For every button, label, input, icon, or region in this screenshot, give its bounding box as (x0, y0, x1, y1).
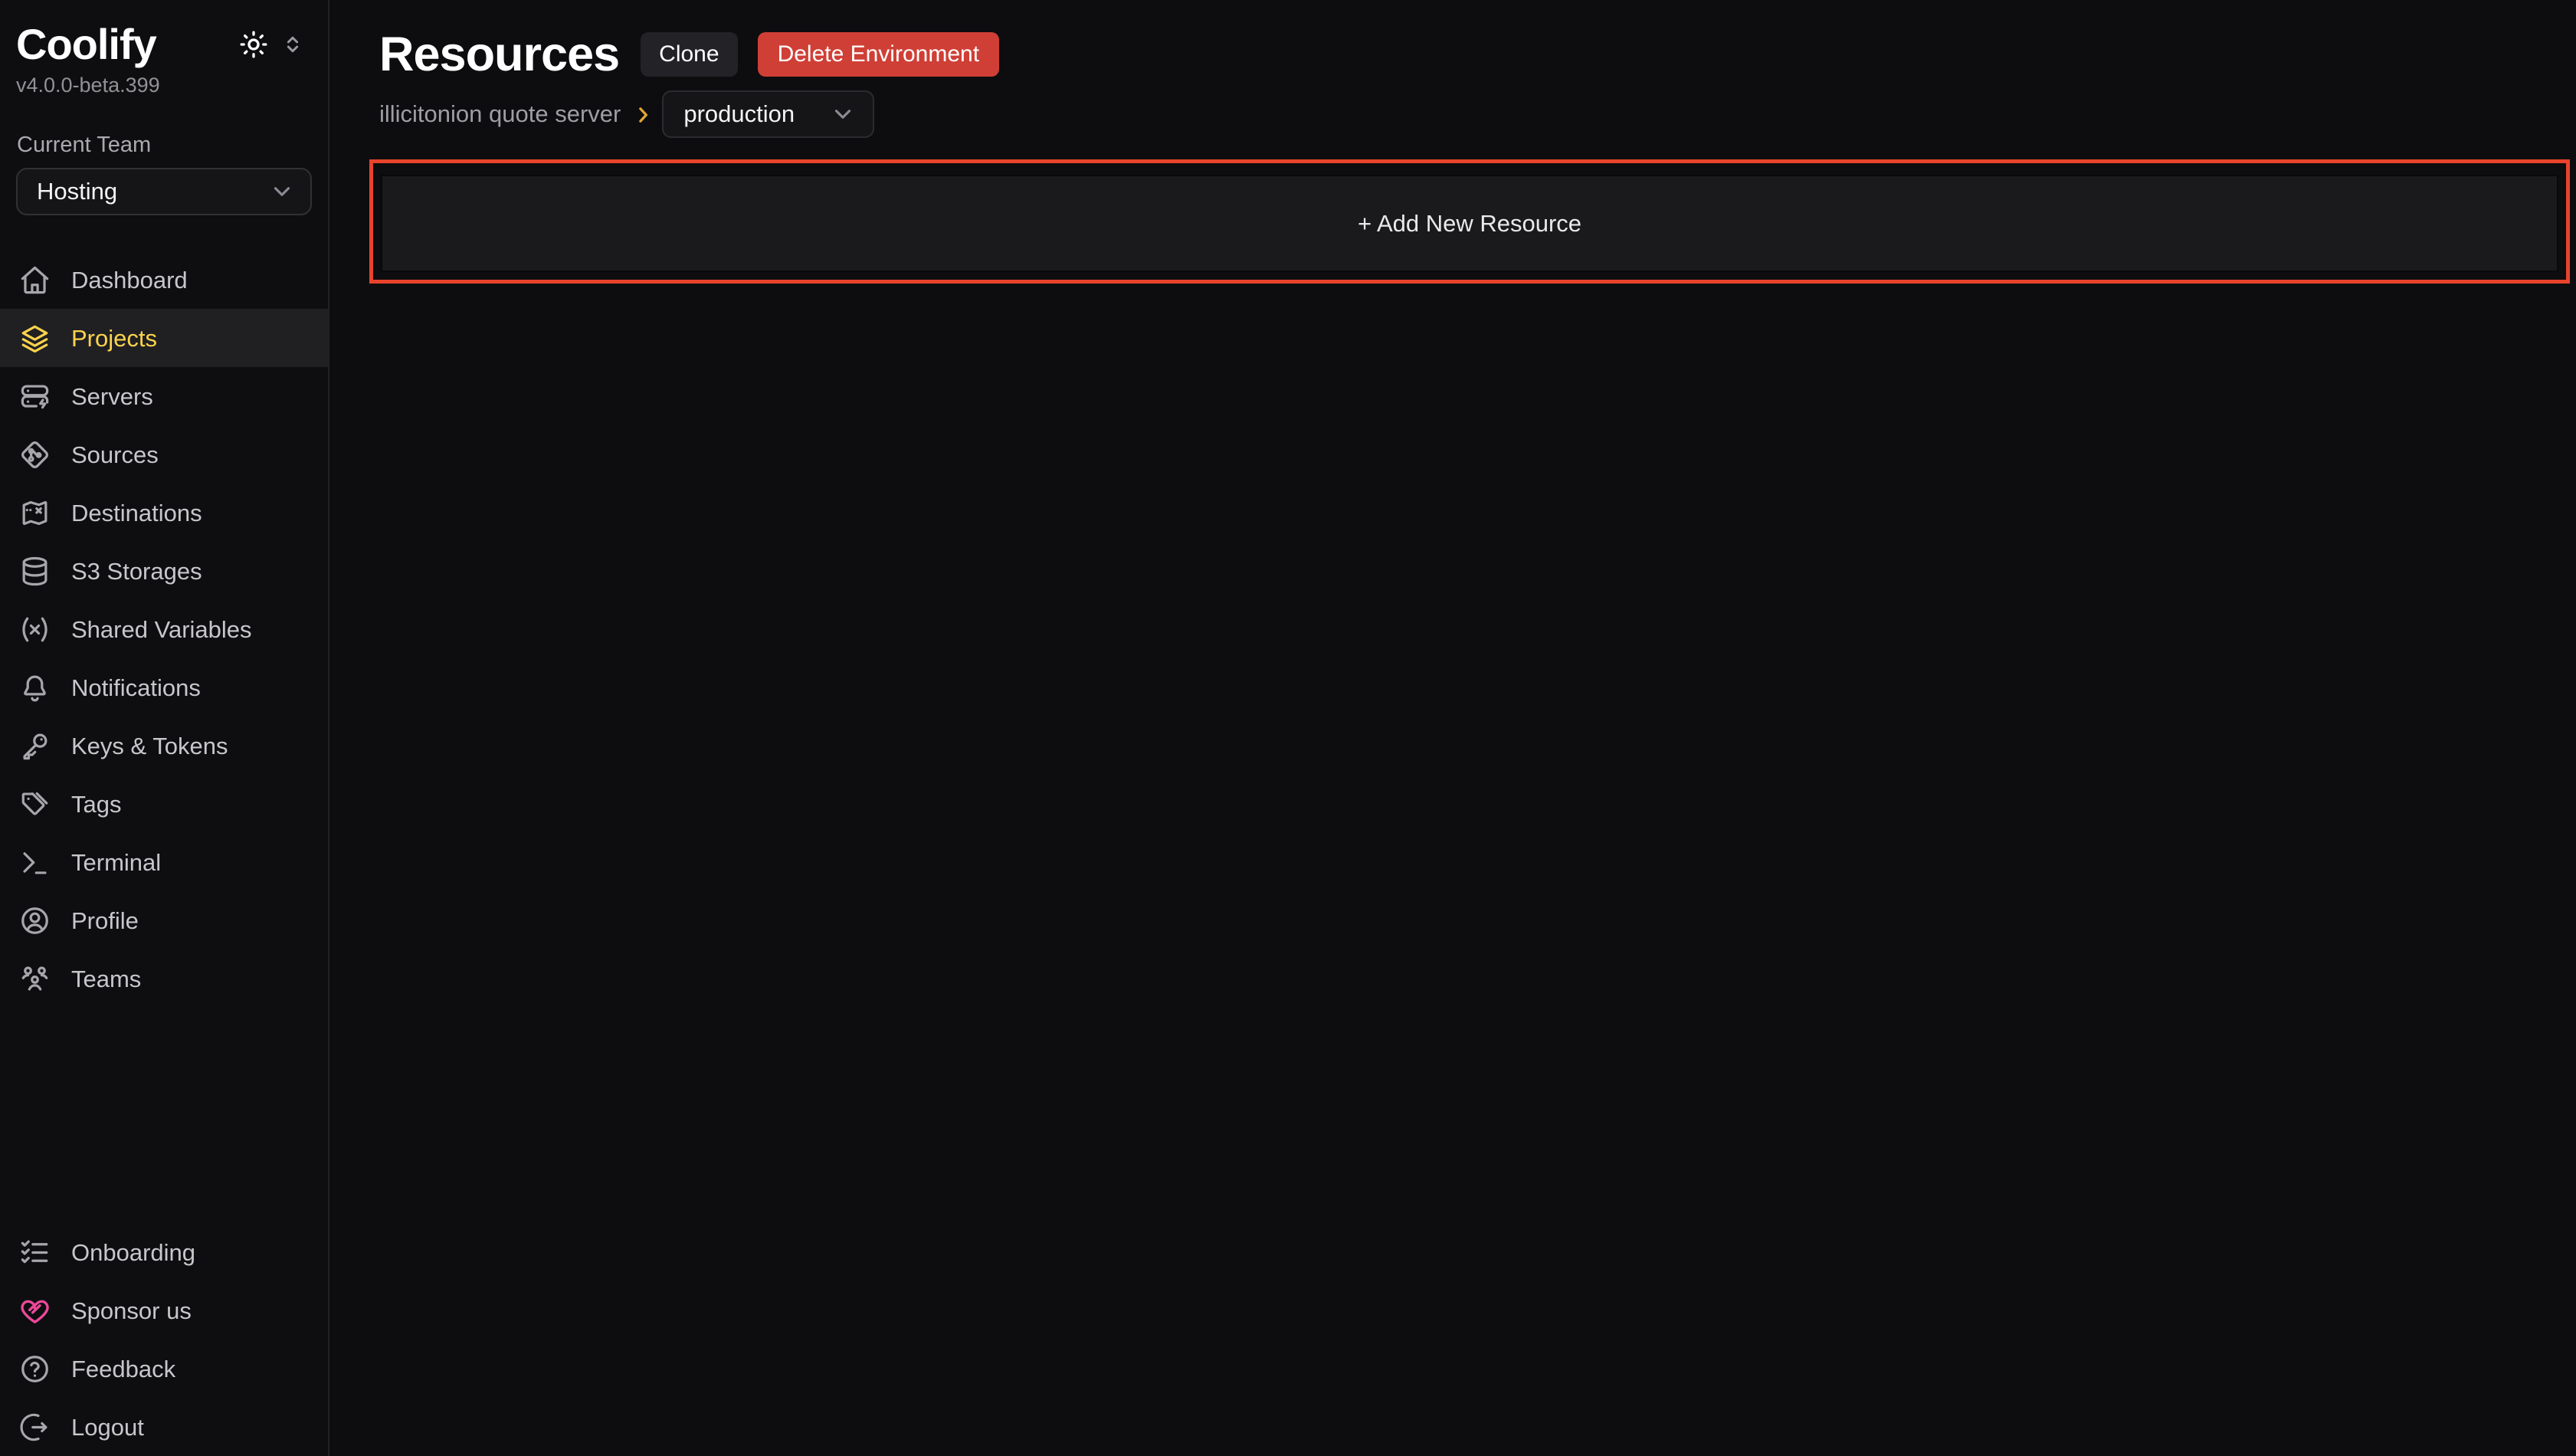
app-logo: Coolify (16, 20, 156, 69)
bell-icon (18, 671, 51, 704)
sidebar-item-sponsor-us[interactable]: Sponsor us (0, 1281, 328, 1340)
breadcrumb-project-link[interactable]: illicitonion quote server (379, 100, 621, 128)
home-icon (18, 264, 51, 297)
chevron-down-icon (830, 101, 856, 127)
sidebar-item-profile[interactable]: Profile (0, 891, 328, 949)
sidebar-item-projects[interactable]: Projects (0, 309, 328, 367)
users-group-icon (18, 962, 51, 995)
sidebar-footer-nav: Onboarding Sponsor us Feedback Logout (0, 1223, 328, 1456)
current-team-label: Current Team (16, 133, 312, 158)
sidebar-item-s3-storages[interactable]: S3 Storages (0, 542, 328, 600)
clone-button[interactable]: Clone (641, 32, 737, 77)
team-select-value: Hosting (37, 178, 117, 205)
add-new-resource-label: + Add New Resource (1358, 210, 1581, 238)
sidebar-item-servers[interactable]: Servers (0, 367, 328, 425)
chevron-down-icon (269, 179, 295, 205)
environment-select-value: production (683, 100, 795, 128)
key-icon (18, 730, 51, 762)
sidebar-item-onboarding[interactable]: Onboarding (0, 1223, 328, 1281)
sidebar-item-tags[interactable]: Tags (0, 775, 328, 833)
sidebar-item-destinations[interactable]: Destinations (0, 484, 328, 542)
breadcrumb: illicitonion quote server production (379, 90, 2576, 138)
map-icon (18, 497, 51, 530)
add-new-resource-button[interactable]: + Add New Resource (381, 175, 2558, 272)
main-content: Resources Clone Delete Environment illic… (329, 0, 2576, 1456)
sidebar: Coolify v4.0.0-beta.399 Current Team Hos… (0, 0, 329, 1456)
sidebar-item-notifications[interactable]: Notifications (0, 658, 328, 717)
theme-selector-chevrons-icon[interactable] (281, 33, 304, 56)
theme-sun-icon[interactable] (238, 29, 269, 60)
tags-icon (18, 788, 51, 821)
sidebar-item-shared-variables[interactable]: Shared Variables (0, 600, 328, 658)
sidebar-item-dashboard[interactable]: Dashboard (0, 251, 328, 309)
sidebar-item-terminal[interactable]: Terminal (0, 833, 328, 891)
environment-select[interactable]: production (662, 90, 874, 138)
sidebar-item-logout[interactable]: Logout (0, 1398, 328, 1456)
database-icon (18, 555, 51, 588)
sidebar-nav: Dashboard Projects Servers Sources Desti… (0, 251, 328, 1008)
chevron-right-icon (631, 103, 654, 126)
sidebar-item-keys-tokens[interactable]: Keys & Tokens (0, 717, 328, 775)
team-select[interactable]: Hosting (16, 168, 312, 215)
highlight-outline: + Add New Resource (369, 159, 2570, 284)
list-checks-icon (18, 1236, 51, 1269)
sidebar-item-sources[interactable]: Sources (0, 425, 328, 484)
help-circle-icon (18, 1353, 51, 1385)
user-circle-icon (18, 904, 51, 937)
server-icon (18, 380, 51, 413)
terminal-icon (18, 846, 51, 879)
logout-icon (18, 1411, 51, 1444)
delete-environment-button[interactable]: Delete Environment (758, 32, 999, 77)
brand-block: Coolify v4.0.0-beta.399 Current Team Hos… (0, 0, 328, 215)
variable-icon (18, 613, 51, 646)
sidebar-item-teams[interactable]: Teams (0, 949, 328, 1008)
sidebar-item-feedback[interactable]: Feedback (0, 1340, 328, 1398)
git-diamond-icon (18, 438, 51, 471)
app-version: v4.0.0-beta.399 (16, 74, 312, 97)
page-header: Resources Clone Delete Environment (379, 31, 2576, 78)
page-title: Resources (379, 31, 619, 79)
heart-hands-icon (18, 1294, 51, 1327)
layers-icon (18, 322, 51, 355)
